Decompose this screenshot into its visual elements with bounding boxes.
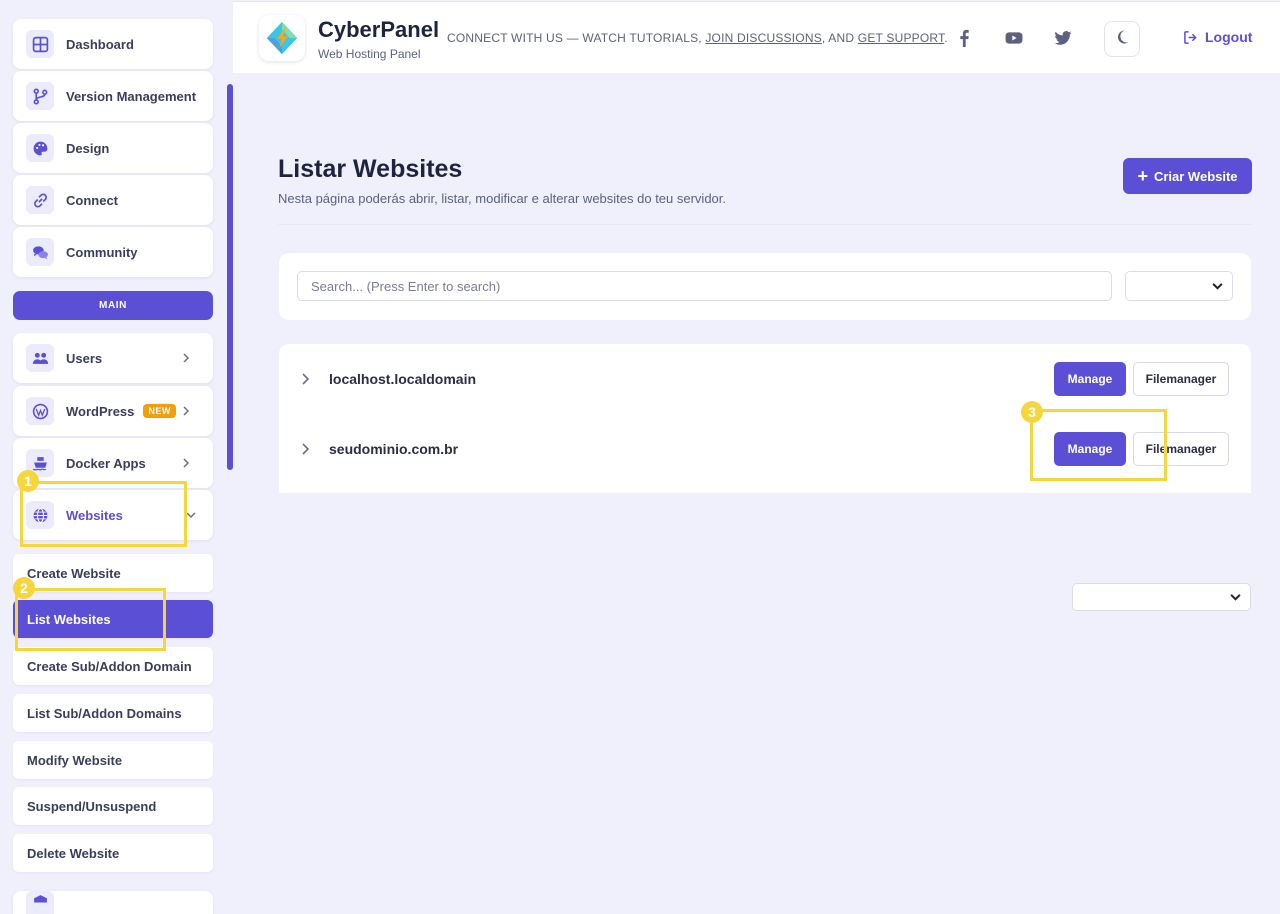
search-input[interactable] bbox=[297, 271, 1112, 301]
connect-text: , AND bbox=[821, 31, 858, 45]
facebook-icon[interactable] bbox=[953, 27, 975, 49]
step-marker-1: 1 bbox=[17, 470, 39, 492]
sidebar: Dashboard Version Management Design Conn… bbox=[0, 0, 233, 914]
sidebar-subitem-suspend-unsuspend[interactable]: Suspend/Unsuspend bbox=[13, 787, 213, 825]
logout-icon bbox=[1184, 30, 1197, 44]
sidebar-scrollbar[interactable] bbox=[227, 84, 233, 470]
palette-icon bbox=[26, 134, 54, 162]
highlight-box-2 bbox=[15, 588, 166, 651]
link-icon bbox=[26, 186, 54, 214]
sidebar-item-design[interactable]: Design bbox=[13, 123, 213, 173]
get-support-link[interactable]: GET SUPPORT bbox=[858, 31, 944, 45]
sidebar-item-label: Docker Apps bbox=[66, 455, 146, 471]
chevron-down-icon bbox=[1212, 283, 1223, 290]
new-badge: NEW bbox=[143, 404, 176, 418]
cyberpanel-logo[interactable] bbox=[259, 15, 305, 61]
sidebar-item-connect[interactable]: Connect bbox=[13, 175, 213, 225]
sidebar-subitem-delete-website[interactable]: Delete Website bbox=[13, 834, 213, 872]
users-icon bbox=[26, 344, 54, 372]
sidebar-item-version-management[interactable]: Version Management bbox=[13, 71, 213, 121]
step-marker-2: 2 bbox=[13, 577, 35, 599]
page-description: Nesta página poderás abrir, listar, modi… bbox=[278, 191, 727, 206]
sidebar-subitem-list-sub-addon-domains[interactable]: List Sub/Addon Domains bbox=[13, 694, 213, 732]
sidebar-subitem-create-sub-addon-domain[interactable]: Create Sub/Addon Domain bbox=[13, 647, 213, 685]
join-discussions-link[interactable]: JOIN DISCUSSIONS bbox=[705, 31, 822, 45]
sidebar-item-wordpress[interactable]: WordPress NEW bbox=[13, 386, 213, 436]
divider bbox=[278, 224, 1252, 225]
sidebar-item-partial[interactable] bbox=[13, 891, 213, 914]
wordpress-icon bbox=[26, 397, 54, 425]
filemanager-button[interactable]: Filemanager bbox=[1133, 362, 1229, 396]
expand-chevron-icon[interactable] bbox=[301, 442, 311, 456]
chevron-down-icon bbox=[186, 510, 196, 520]
page-title: Listar Websites bbox=[278, 155, 463, 183]
connect-text: CONNECT WITH US — WATCH TUTORIALS, bbox=[447, 31, 706, 45]
sidebar-item-label: Users bbox=[66, 350, 103, 366]
create-website-label: Criar Website bbox=[1153, 168, 1238, 184]
manage-button[interactable]: Manage bbox=[1054, 362, 1126, 396]
comments-icon bbox=[26, 238, 54, 266]
connect-banner: CONNECT WITH US — WATCH TUTORIALS, JOIN … bbox=[447, 31, 948, 45]
sidebar-item-dashboard[interactable]: Dashboard bbox=[13, 19, 213, 69]
filter-select[interactable] bbox=[1125, 271, 1233, 301]
section-header-main: MAIN bbox=[13, 291, 213, 320]
highlight-box-1 bbox=[20, 481, 187, 547]
expand-chevron-icon[interactable] bbox=[301, 372, 311, 386]
pagination-select[interactable] bbox=[1072, 583, 1251, 611]
brand-title: CyberPanel bbox=[318, 17, 440, 42]
logout-button[interactable]: Logout bbox=[1183, 29, 1252, 45]
website-domain: localhost.localdomain bbox=[329, 371, 477, 387]
logout-label: Logout bbox=[1205, 29, 1253, 45]
dashboard-icon bbox=[26, 30, 54, 58]
sidebar-item-label: Connect bbox=[66, 192, 118, 208]
top-header: CyberPanel Web Hosting Panel CONNECT WIT… bbox=[233, 1, 1280, 73]
highlight-box-3 bbox=[1030, 409, 1167, 481]
chevron-down-icon bbox=[1230, 594, 1241, 601]
sidebar-item-label: Version Management bbox=[66, 88, 197, 104]
chevron-right-icon bbox=[181, 353, 191, 363]
theme-toggle-button[interactable] bbox=[1104, 21, 1140, 57]
sidebar-subitem-modify-website[interactable]: Modify Website bbox=[13, 741, 213, 779]
brand-subtitle: Web Hosting Panel bbox=[318, 47, 421, 61]
sidebar-item-label: Dashboard bbox=[66, 36, 134, 52]
create-website-button[interactable]: + Criar Website bbox=[1123, 158, 1252, 194]
plus-icon: + bbox=[1137, 166, 1148, 186]
chevron-right-icon bbox=[181, 458, 191, 468]
sidebar-item-label: WordPress bbox=[66, 403, 135, 419]
sidebar-item-label: Design bbox=[66, 140, 110, 156]
step-marker-3: 3 bbox=[1021, 401, 1043, 423]
youtube-icon[interactable] bbox=[1003, 27, 1025, 49]
website-row: localhost.localdomain Manage Filemanager bbox=[279, 344, 1251, 414]
search-card bbox=[279, 253, 1251, 320]
connect-text: . bbox=[944, 31, 948, 45]
moon-icon bbox=[1114, 29, 1130, 50]
sidebar-item-users[interactable]: Users bbox=[13, 333, 213, 383]
box-icon bbox=[26, 891, 54, 914]
branch-icon bbox=[26, 82, 54, 110]
website-domain: seudominio.com.br bbox=[329, 441, 459, 457]
chevron-right-icon bbox=[181, 406, 191, 416]
sidebar-item-label: Community bbox=[66, 244, 138, 260]
twitter-icon[interactable] bbox=[1052, 27, 1074, 49]
sidebar-subitem-create-website[interactable]: Create Website bbox=[13, 554, 213, 592]
sidebar-item-community[interactable]: Community bbox=[13, 227, 213, 277]
